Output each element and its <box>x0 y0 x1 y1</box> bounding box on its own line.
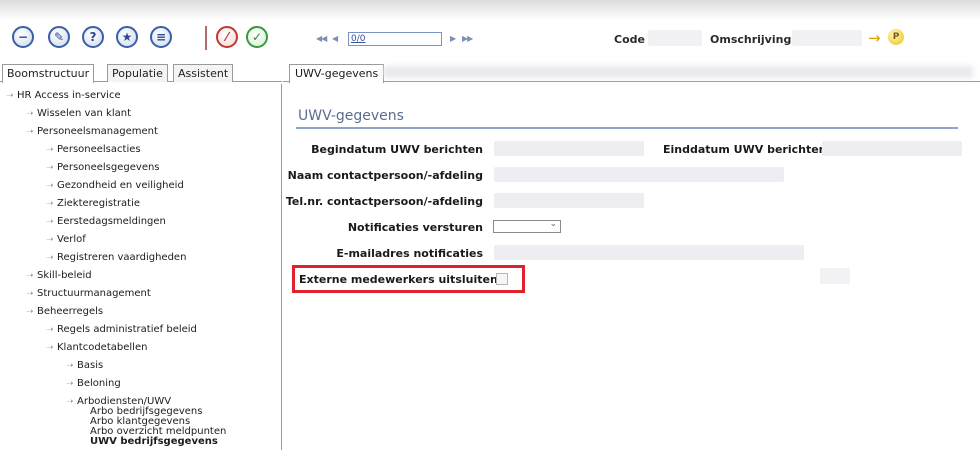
telnr-contact-label: Tel.nr. contactpersoon/-afdeling <box>285 195 483 208</box>
faint-field <box>820 268 850 284</box>
section-divider <box>296 127 958 129</box>
tree-item[interactable]: ➝ Gezondheid en veiligheid <box>46 180 184 191</box>
pin-icon[interactable]: ✎ <box>48 26 70 48</box>
tree-arrow-icon: ➝ <box>26 271 34 281</box>
highlight-box <box>292 265 525 293</box>
description-label: Omschrijving <box>710 33 792 46</box>
einddatum-field[interactable] <box>822 141 962 156</box>
chevron-down-icon: ⌄ <box>549 219 557 229</box>
tree-item[interactable]: ➝ Klantcodetabellen <box>46 342 147 353</box>
naam-contact-field[interactable] <box>494 167 784 182</box>
begindatum-field[interactable] <box>494 141 644 156</box>
code-label: Code <box>614 33 645 46</box>
next-record-icon[interactable]: ▶ <box>450 34 456 43</box>
tree-item[interactable]: ➝ Beheerregels <box>26 306 103 317</box>
tree-item[interactable]: ➝ Eerstedagsmeldingen <box>46 216 166 227</box>
tree-arrow-icon: ➝ <box>46 163 54 173</box>
tab-assistent[interactable]: Assistent <box>173 64 234 82</box>
tab-uwv-gegevens[interactable]: UWV-gegevens <box>289 64 385 83</box>
tree-arrow-icon: ➝ <box>26 109 34 119</box>
previous-record-icon[interactable]: ◀ <box>332 34 338 43</box>
begindatum-label: Begindatum UWV berichten <box>311 143 483 156</box>
notificaties-select[interactable]: ⌄ <box>493 219 561 233</box>
tree-leaf-selected[interactable]: UWV bedrijfsgegevens <box>90 437 218 447</box>
naam-contact-label: Naam contactpersoon/-afdeling <box>287 169 483 182</box>
star-icon[interactable]: ★ <box>116 26 138 48</box>
tree-arrow-icon: ➝ <box>46 253 54 263</box>
telnr-contact-field[interactable] <box>494 193 644 208</box>
go-arrow-icon[interactable]: → <box>868 29 881 47</box>
tree-item[interactable]: ➝ Skill-beleid <box>26 270 92 281</box>
tree-arrow-icon: ➝ <box>66 397 74 407</box>
minus-circle-icon[interactable]: − <box>12 26 34 48</box>
description-field[interactable] <box>792 30 862 46</box>
tree-arrow-icon: ➝ <box>26 307 34 317</box>
navigation-tree: ➝ HR Access in-service ➝ Wisselen van klan… <box>0 84 282 450</box>
tabstrip-shadow <box>383 66 973 78</box>
notificaties-label: Notificaties versturen <box>347 221 483 234</box>
tree-arrow-icon: ➝ <box>26 127 34 137</box>
tab-boomstructuur[interactable]: Boomstructuur <box>2 64 95 83</box>
last-record-icon[interactable]: ▶▶ <box>462 34 473 43</box>
tree-arrow-icon: ➝ <box>46 325 54 335</box>
tree-arrow-icon: ➝ <box>46 145 54 155</box>
tree-item[interactable]: ➝ Ziekteregistratie <box>46 198 140 209</box>
einddatum-label: Einddatum UWV berichten <box>663 143 827 156</box>
left-panel-tabs: Boomstructuur Populatie Assistent <box>0 62 282 83</box>
toolbar-separator <box>205 26 207 50</box>
tree-arrow-icon: ➝ <box>6 91 14 101</box>
tree-arrow-icon: ➝ <box>26 289 34 299</box>
content-tabs: UWV-gegevens <box>283 62 980 83</box>
tree-item[interactable]: ➝ Verlof <box>46 234 86 245</box>
tree-item[interactable]: ➝ Basis <box>66 360 103 371</box>
tree-arrow-icon: ➝ <box>46 343 54 353</box>
tree-item[interactable]: ➝ Registreren vaardigheden <box>46 252 186 263</box>
list-icon[interactable]: ≡ <box>150 26 172 48</box>
tab-populatie[interactable]: Populatie <box>107 64 168 82</box>
info-icon[interactable]: P <box>888 29 904 45</box>
tree-arrow-icon: ➝ <box>46 181 54 191</box>
edit-icon[interactable]: ⁄ <box>216 26 238 48</box>
record-navigator-field[interactable]: 0/0 <box>348 32 442 46</box>
tree-item[interactable]: ➝ Personeelsmanagement <box>26 126 158 137</box>
section-title: UWV-gegevens <box>298 108 404 124</box>
email-label: E-mailadres notificaties <box>336 247 483 260</box>
tree-item[interactable]: ➝ Beloning <box>66 378 121 389</box>
window-top-shadow <box>0 0 980 20</box>
tree-arrow-icon: ➝ <box>46 217 54 227</box>
tree-arrow-icon: ➝ <box>46 235 54 245</box>
tree-item[interactable]: ➝ Structuurmanagement <box>26 288 151 299</box>
tree-arrow-icon: ➝ <box>66 361 74 371</box>
help-icon[interactable]: ? <box>82 26 104 48</box>
tree-item[interactable]: ➝ HR Access in-service <box>6 90 121 101</box>
tree-item[interactable]: ➝ Regels administratief beleid <box>46 324 197 335</box>
toolbar: − ✎ ? ★ ≡ ⁄ ✓ ◀◀ ◀ 0/0 ▶ ▶▶ Code Omschri… <box>0 20 980 60</box>
email-field[interactable] <box>494 245 804 260</box>
code-field[interactable] <box>648 30 702 46</box>
tree-arrow-icon: ➝ <box>46 199 54 209</box>
first-record-icon[interactable]: ◀◀ <box>316 34 327 43</box>
tree-item[interactable]: ➝ Personeelsacties <box>46 144 141 155</box>
tree-item[interactable]: ➝ Personeelsgegevens <box>46 162 160 173</box>
tree-item[interactable]: ➝ Wisselen van klant <box>26 108 131 119</box>
tree-arrow-icon: ➝ <box>66 379 74 389</box>
check-icon[interactable]: ✓ <box>246 26 268 48</box>
